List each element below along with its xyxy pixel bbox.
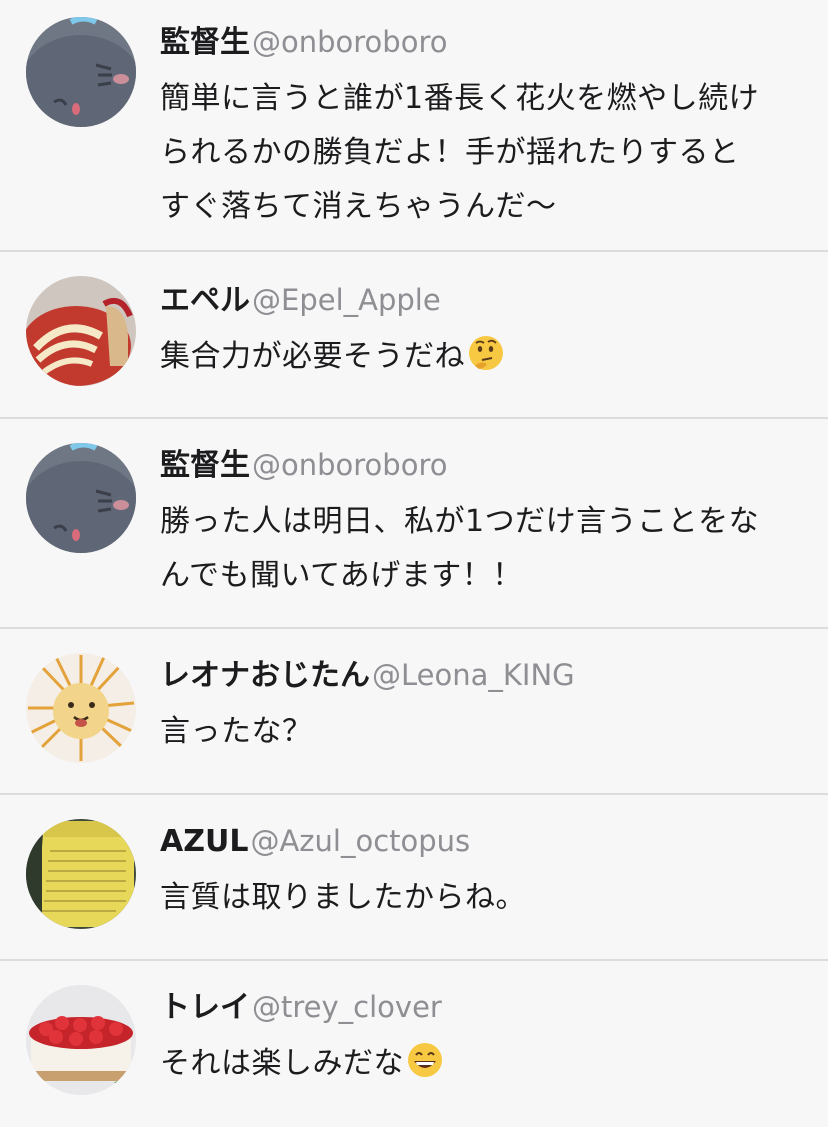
ghost-cat-avatar-icon <box>26 17 136 127</box>
display-name[interactable]: エペル <box>160 283 250 318</box>
display-name[interactable]: トレイ <box>160 990 250 1025</box>
avatar[interactable] <box>26 443 136 553</box>
user-handle[interactable]: @onboroboro <box>252 448 447 482</box>
contract-paper-avatar-icon <box>26 819 136 929</box>
avatar[interactable] <box>26 276 136 386</box>
tweet-text: 簡単に言うと誰が1番長く花火を燃やし続け られるかの勝負だよ！手が揺れたりすると… <box>160 72 808 234</box>
tweet[interactable]: エペル@Epel_Apple 集合力が必要そうだね <box>0 252 828 419</box>
display-name[interactable]: レオナおじたん <box>160 658 370 693</box>
tweet-text-line: 簡単に言うと誰が1番長く花火を燃やし続け <box>160 81 760 116</box>
tweet-text: 言質は取りましたからね。 <box>160 871 808 925</box>
user-handle[interactable]: @Leona_KING <box>372 658 575 692</box>
ghost-cat-avatar-icon <box>26 443 136 553</box>
user-handle[interactable]: @onboroboro <box>252 25 447 59</box>
display-name[interactable]: 監督生 <box>160 25 250 60</box>
tweet[interactable]: 監督生@onboroboro 簡単に言うと誰が1番長く花火を燃やし続け られるか… <box>0 0 828 252</box>
thinking-face-emoji-icon <box>467 334 505 372</box>
tweet-text-line: 言ったな？ <box>160 714 313 749</box>
user-handle[interactable]: @Azul_octopus <box>250 824 470 858</box>
display-name[interactable]: 監督生 <box>160 448 250 483</box>
tweet[interactable]: AZUL@Azul_octopus 言質は取りましたからね。 <box>0 795 828 961</box>
tweet-text-line: 勝った人は明日、私が1つだけ言うことをな <box>160 504 760 539</box>
tweet-text: 言ったな？ <box>160 705 808 759</box>
apple-swan-avatar-icon <box>26 276 136 386</box>
tweet[interactable]: 監督生@onboroboro 勝った人は明日、私が1つだけ言うことをな んでも聞… <box>0 419 828 629</box>
user-handle[interactable]: @trey_clover <box>252 990 442 1024</box>
avatar[interactable] <box>26 985 136 1095</box>
avatar[interactable] <box>26 653 136 763</box>
tweet-text-line: 言質は取りましたからね。 <box>160 880 526 915</box>
tweet-text-line: それは楽しみだな <box>160 1046 404 1081</box>
avatar[interactable] <box>26 819 136 929</box>
tweet[interactable]: トレイ@trey_clover それは楽しみだな <box>0 961 828 1127</box>
grinning-face-emoji-icon <box>406 1041 444 1079</box>
tweet-text: 集合力が必要そうだね <box>160 330 808 384</box>
tweet-text-line: んでも聞いてあげます！！ <box>160 558 523 593</box>
tweet-text: 勝った人は明日、私が1つだけ言うことをな んでも聞いてあげます！！ <box>160 495 808 603</box>
avatar[interactable] <box>26 17 136 127</box>
tweet[interactable]: レオナおじたん@Leona_KING 言ったな？ <box>0 629 828 795</box>
tweet-text: それは楽しみだな <box>160 1037 808 1091</box>
display-name[interactable]: AZUL <box>160 824 248 859</box>
tweet-text-line: すぐ落ちて消えちゃうんだ〜 <box>160 189 557 224</box>
tweet-text-line: 集合力が必要そうだね <box>160 339 465 374</box>
tweet-text-line: られるかの勝負だよ！手が揺れたりすると <box>160 135 740 170</box>
timeline: 監督生@onboroboro 簡単に言うと誰が1番長く花火を燃やし続け られるか… <box>0 0 828 1127</box>
strawberry-cake-avatar-icon <box>26 985 136 1095</box>
user-handle[interactable]: @Epel_Apple <box>252 283 441 317</box>
lion-drawing-avatar-icon <box>26 653 136 763</box>
